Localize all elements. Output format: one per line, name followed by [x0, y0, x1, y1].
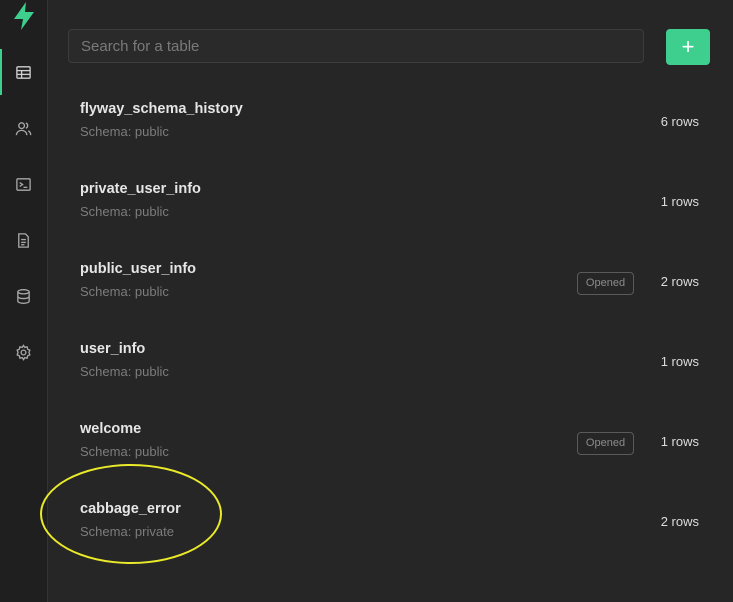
sidebar-item-docs[interactable] — [0, 222, 47, 258]
table-row[interactable]: private_user_info Schema: public 1 rows — [48, 169, 733, 249]
logo-bolt-icon[interactable] — [12, 2, 36, 30]
opened-badge: Opened — [577, 272, 634, 295]
table-schema: Schema: public — [80, 204, 169, 219]
row-count: 6 rows — [660, 114, 699, 129]
table-name: welcome — [80, 421, 142, 437]
row-count: 2 rows — [660, 274, 699, 289]
sidebar-item-database[interactable] — [0, 278, 47, 314]
opened-badge: Opened — [577, 432, 634, 455]
table-schema: Schema: public — [80, 364, 169, 379]
table-row[interactable]: public_user_info Schema: public Opened 2… — [48, 249, 733, 329]
table-name: public_user_info — [80, 261, 197, 277]
gear-icon — [16, 343, 31, 361]
table-name: private_user_info — [80, 181, 201, 197]
sidebar-item-settings[interactable] — [0, 334, 47, 370]
highlight-circle-annotation — [40, 464, 222, 564]
add-table-button[interactable]: + — [666, 29, 710, 65]
row-count: 2 rows — [660, 514, 699, 529]
table-row[interactable]: user_info Schema: public 1 rows — [48, 329, 733, 409]
terminal-icon — [16, 177, 31, 191]
table-name: user_info — [80, 341, 146, 357]
table-schema: Schema: public — [80, 124, 169, 139]
table-row[interactable]: flyway_schema_history Schema: public 6 r… — [48, 89, 733, 169]
row-count: 1 rows — [660, 434, 699, 449]
sidebar-item-table-editor[interactable] — [0, 49, 47, 95]
row-count: 1 rows — [660, 354, 699, 369]
table-icon — [16, 65, 31, 79]
users-icon — [15, 121, 32, 135]
sidebar-item-sql[interactable] — [0, 166, 47, 202]
table-schema: Schema: public — [80, 444, 169, 459]
database-icon — [17, 288, 30, 304]
search-input[interactable] — [68, 29, 644, 63]
table-name: flyway_schema_history — [80, 101, 243, 117]
row-count: 1 rows — [660, 194, 699, 209]
table-schema: Schema: public — [80, 284, 169, 299]
sidebar-item-users[interactable] — [0, 110, 47, 146]
document-icon — [18, 232, 29, 248]
